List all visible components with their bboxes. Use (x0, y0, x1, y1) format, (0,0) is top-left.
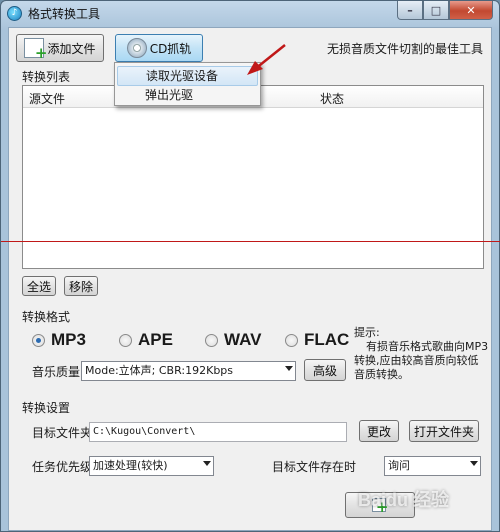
open-folder-button[interactable]: 打开文件夹 (409, 420, 479, 442)
change-folder-button[interactable]: 更改 (359, 420, 399, 442)
radio-flac-dot (285, 333, 298, 347)
cd-dropdown-menu: 读取光驱设备 弹出光驱 (114, 62, 261, 106)
radio-ape[interactable]: APE (119, 330, 173, 350)
annotation-arrow-icon (247, 44, 286, 75)
column-status[interactable]: 状态 (320, 90, 344, 107)
window-controls: – □ ✕ (397, 1, 493, 20)
chevron-down-icon (285, 366, 293, 371)
radio-flac-label: FLAC (304, 330, 350, 349)
radio-wav[interactable]: WAV (205, 330, 261, 350)
add-file-icon (24, 38, 47, 62)
target-folder-label: 目标文件夹 (32, 426, 93, 440)
select-all-button[interactable]: 全选 (22, 276, 56, 296)
format-section-label: 转换格式 (22, 310, 71, 324)
close-button[interactable]: ✕ (449, 1, 493, 20)
radio-wav-label: WAV (224, 330, 262, 349)
menu-item-read-drive[interactable]: 读取光驱设备 (117, 66, 258, 86)
annotation-red-line (1, 241, 500, 242)
quality-label: 音乐质量 (32, 365, 81, 379)
quality-value: Mode:立体声; CBR:192Kbps (85, 364, 234, 377)
priority-label: 任务优先级 (32, 460, 93, 474)
title-bar[interactable]: ♪ 格式转换工具 – □ ✕ (1, 1, 499, 25)
app-logo-icon: ♪ (7, 5, 22, 21)
cd-rip-button[interactable]: CD抓轨 (115, 34, 203, 62)
hint-body: 有损音乐格式歌曲向MP3转换,应由较高音质向较低音质转换。 (354, 340, 489, 381)
exists-label: 目标文件存在时 (272, 460, 357, 474)
priority-select[interactable]: 加速处理(较快) (89, 456, 214, 476)
priority-value: 加速处理(较快) (93, 459, 168, 472)
hint-title: 提示: (354, 326, 380, 339)
watermark-text: Baidu 经验 (358, 490, 450, 510)
radio-flac[interactable]: FLAC (285, 330, 349, 350)
radio-ape-label: APE (138, 330, 173, 349)
maximize-button[interactable]: □ (423, 1, 449, 20)
convert-list-label: 转换列表 (22, 70, 71, 84)
minimize-button[interactable]: – (397, 1, 423, 20)
app-window: ♪ 格式转换工具 – □ ✕ 添加文件 CD抓轨 无损音质文件切割的最佳工具 转… (0, 0, 500, 532)
target-folder-input[interactable]: C:\Kugou\Convert\ (89, 422, 347, 442)
radio-mp3-dot (32, 333, 45, 347)
exists-value: 询问 (388, 459, 410, 472)
chevron-down-icon (470, 461, 478, 466)
chevron-down-icon (203, 461, 211, 466)
window-title: 格式转换工具 (28, 6, 101, 21)
add-file-button[interactable]: 添加文件 (16, 34, 104, 62)
radio-wav-dot (205, 333, 218, 347)
cd-icon (126, 38, 147, 58)
remove-button[interactable]: 移除 (64, 276, 98, 296)
main-panel: 添加文件 CD抓轨 无损音质文件切割的最佳工具 转换列表 读取光驱设备 弹出光驱… (8, 27, 492, 531)
exists-select[interactable]: 询问 (384, 456, 481, 476)
slogan-text: 无损音质文件切割的最佳工具 (327, 42, 484, 56)
quality-select[interactable]: Mode:立体声; CBR:192Kbps (81, 361, 296, 381)
format-hint: 提示: 有损音乐格式歌曲向MP3转换,应由较高音质向较低音质转换。 (354, 326, 489, 382)
cd-rip-label: CD抓轨 (149, 41, 192, 56)
settings-section-label: 转换设置 (22, 401, 71, 415)
radio-mp3[interactable]: MP3 (32, 330, 86, 350)
radio-ape-dot (119, 333, 132, 347)
column-source-file[interactable]: 源文件 (29, 90, 65, 107)
menu-item-eject-drive[interactable]: 弹出光驱 (117, 85, 258, 105)
advanced-button[interactable]: 高级 (304, 359, 346, 381)
radio-mp3-label: MP3 (51, 330, 86, 349)
add-file-label: 添加文件 (47, 41, 96, 56)
